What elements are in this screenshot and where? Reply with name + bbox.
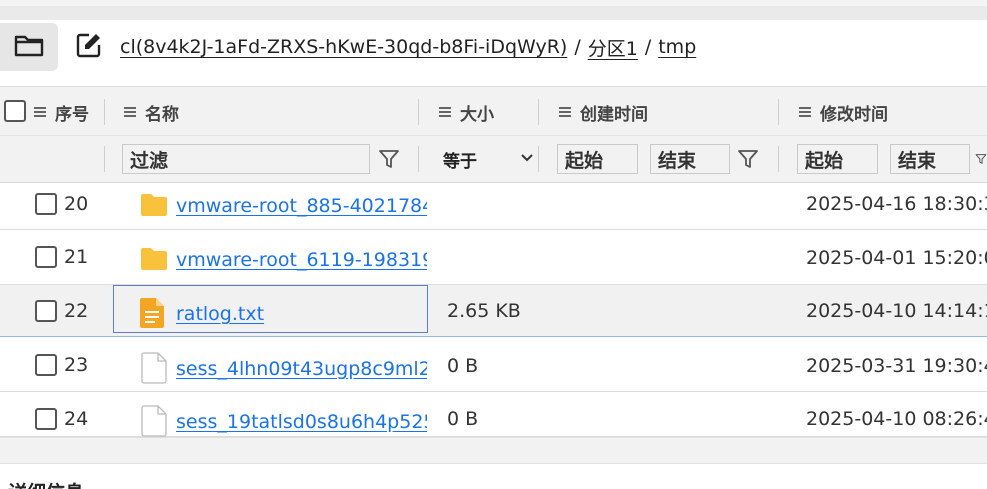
- modified-time: 2025-03-31 19:30:4: [806, 355, 987, 377]
- column-menu-icon[interactable]: [34, 105, 46, 119]
- name-filter-input[interactable]: 过滤: [122, 144, 370, 174]
- file-size: 0 B: [447, 355, 479, 377]
- row-index: 21: [64, 246, 89, 268]
- path-bar: cl(8v4k2J-1aFd-ZRXS-hKwE-30qd-b8Fi-iDqWy…: [0, 20, 987, 74]
- row-checkbox[interactable]: [35, 300, 57, 322]
- filter-icon[interactable]: [377, 146, 401, 172]
- file-name-link[interactable]: vmware-root_6119-198319: [176, 249, 427, 271]
- row-index: 20: [64, 193, 89, 215]
- breadcrumb-separator: /: [644, 36, 652, 58]
- column-header-index[interactable]: 序号: [34, 87, 89, 137]
- created-start-input[interactable]: 起始: [557, 144, 638, 174]
- file-icon: [141, 405, 169, 437]
- table-row[interactable]: 23 sess_4lhn09t43ugp8c9ml2e 0 B 2025-03-…: [0, 338, 987, 392]
- file-name-link[interactable]: vmware-root_885-4021784: [176, 195, 427, 217]
- breadcrumb: cl(8v4k2J-1aFd-ZRXS-hKwE-30qd-b8Fi-iDqWy…: [120, 34, 696, 61]
- column-header-name[interactable]: 名称: [124, 87, 179, 137]
- file-size: 2.65 KB: [447, 300, 521, 322]
- file-name-link[interactable]: sess_4lhn09t43ugp8c9ml2e: [176, 358, 427, 380]
- breadcrumb-item-tmp[interactable]: tmp: [658, 36, 696, 58]
- table-header: 序号 名称 大小 创建时间 修改时间: [0, 86, 987, 136]
- details-section-title: 详细信息: [8, 478, 84, 489]
- text-file-icon: [139, 297, 167, 328]
- folder-icon: [14, 33, 44, 61]
- row-index: 24: [64, 408, 89, 430]
- column-header-modified[interactable]: 修改时间: [799, 87, 888, 137]
- table-row[interactable]: 24 sess_19tatlsd0s8u6h4p525s 0 B 2025-04…: [0, 392, 987, 437]
- table-footer: [0, 437, 987, 464]
- column-menu-icon[interactable]: [124, 105, 136, 119]
- folder-button[interactable]: [0, 23, 58, 71]
- folder-icon: [140, 192, 168, 220]
- breadcrumb-item-root[interactable]: cl(8v4k2J-1aFd-ZRXS-hKwE-30qd-b8Fi-iDqWy…: [120, 36, 567, 58]
- column-header-size[interactable]: 大小: [439, 87, 494, 137]
- row-checkbox[interactable]: [35, 246, 57, 268]
- edit-icon: [75, 31, 103, 63]
- file-name-link[interactable]: ratlog.txt: [176, 303, 427, 325]
- file-size: 0 B: [447, 408, 479, 430]
- folder-icon: [140, 246, 168, 274]
- modified-time: 2025-04-10 08:26:4: [806, 408, 987, 430]
- table-row[interactable]: 20 vmware-root_885-4021784 2025-04-16 18…: [0, 183, 987, 230]
- file-icon: [141, 352, 169, 384]
- column-menu-icon[interactable]: [439, 105, 451, 119]
- column-menu-icon[interactable]: [799, 105, 811, 119]
- size-operator-select[interactable]: 等于: [443, 144, 535, 174]
- top-strip: [0, 0, 987, 20]
- table-row-selected[interactable]: 22 ratlog.txt 2.65 KB 2025-04-10 14:14:1: [0, 285, 987, 337]
- filter-icon[interactable]: [975, 146, 987, 172]
- filter-icon[interactable]: [736, 146, 760, 172]
- row-index: 22: [64, 300, 89, 322]
- row-checkbox[interactable]: [35, 193, 57, 215]
- modified-time: 2025-04-01 15:20:0: [806, 247, 987, 269]
- modified-end-input[interactable]: 结束: [890, 144, 970, 174]
- modified-time: 2025-04-10 14:14:1: [806, 300, 987, 322]
- table-row[interactable]: 21 vmware-root_6119-198319 2025-04-01 15…: [0, 230, 987, 285]
- created-end-input[interactable]: 结束: [650, 144, 730, 174]
- modified-start-input[interactable]: 起始: [797, 144, 878, 174]
- breadcrumb-item-partition[interactable]: 分区1: [588, 34, 638, 61]
- row-checkbox[interactable]: [35, 354, 57, 376]
- file-name-link[interactable]: sess_19tatlsd0s8u6h4p525s: [176, 411, 427, 433]
- row-checkbox[interactable]: [35, 408, 57, 430]
- column-header-created[interactable]: 创建时间: [559, 87, 648, 137]
- edit-path-button[interactable]: [74, 32, 104, 62]
- select-all-checkbox[interactable]: [4, 100, 26, 122]
- column-menu-icon[interactable]: [559, 105, 571, 119]
- filter-row: 过滤 等于 起始 结束 起始 结束: [0, 136, 987, 183]
- chevron-down-icon: [519, 150, 535, 171]
- breadcrumb-separator: /: [574, 36, 581, 58]
- row-index: 23: [64, 354, 89, 376]
- modified-time: 2025-04-16 18:30:3: [806, 193, 987, 215]
